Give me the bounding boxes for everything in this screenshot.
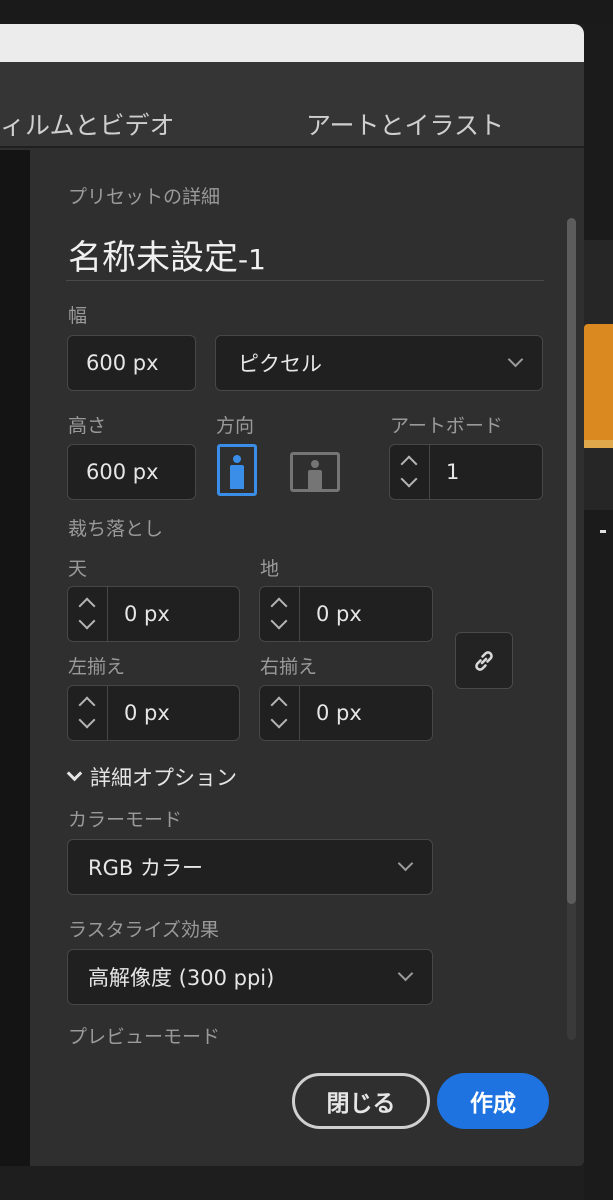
bleed-bottom-stepper-arrows[interactable] <box>260 587 300 641</box>
chevron-down-icon <box>398 970 412 984</box>
bleed-top-stepper-arrows[interactable] <box>68 587 108 641</box>
document-name-text: 名称未設定 <box>68 238 238 278</box>
create-button[interactable]: 作成 <box>437 1073 549 1129</box>
preset-details-label: プリセットの詳細 <box>68 186 221 208</box>
background-top-bar <box>0 0 613 24</box>
chevron-down-icon[interactable] <box>78 711 96 729</box>
scrollbar-thumb[interactable] <box>567 218 576 904</box>
height-value: 600 px <box>86 460 159 484</box>
artboard-stepper[interactable]: 1 <box>389 444 543 500</box>
bleed-right-value[interactable]: 0 px <box>300 686 432 740</box>
bleed-left-stepper-arrows[interactable] <box>68 686 108 740</box>
color-mode-label: カラーモード <box>68 809 183 831</box>
preset-list-edge <box>0 150 30 1166</box>
preview-mode-label: プレビューモード <box>68 1026 221 1048</box>
bleed-right-stepper-arrows[interactable] <box>260 686 300 740</box>
chevron-down-icon[interactable] <box>270 711 288 729</box>
chevron-down-icon <box>508 356 522 370</box>
chevron-down-icon <box>398 860 412 874</box>
raster-effects-dropdown[interactable]: 高解像度 (300 ppi) <box>67 949 433 1005</box>
background-mark <box>600 530 606 533</box>
chevron-down-icon <box>68 771 80 783</box>
width-value: 600 px <box>86 351 159 375</box>
width-label: 幅 <box>68 305 88 327</box>
category-tabbar: ィルムとビデオ アートとイラスト <box>0 62 584 148</box>
portrait-orientation-button[interactable] <box>217 444 257 496</box>
bleed-right-stepper[interactable]: 0 px <box>259 685 433 741</box>
bleed-left-value[interactable]: 0 px <box>108 686 239 740</box>
height-label: 高さ <box>68 415 107 437</box>
bleed-top-value[interactable]: 0 px <box>108 587 239 641</box>
artboard-value[interactable]: 1 <box>430 445 542 499</box>
advanced-options-toggle[interactable]: 詳細オプション <box>68 762 237 792</box>
chevron-down-icon[interactable] <box>270 612 288 630</box>
bleed-bottom-stepper[interactable]: 0 px <box>259 586 433 642</box>
unit-dropdown[interactable]: ピクセル <box>215 335 543 391</box>
link-icon <box>475 650 493 671</box>
raster-effects-label: ラスタライズ効果 <box>68 919 220 941</box>
document-name-input[interactable]: 名称未設定-1 <box>68 230 266 279</box>
artboard-label: アートボード <box>390 415 503 437</box>
landscape-orientation-button[interactable] <box>290 452 340 492</box>
unit-value: ピクセル <box>238 352 322 376</box>
chevron-down-icon[interactable] <box>78 612 96 630</box>
orientation-label: 方向 <box>216 415 255 437</box>
dialog-titlebar <box>0 24 584 62</box>
portrait-icon <box>229 453 245 489</box>
bleed-right-label: 右揃え <box>260 656 318 678</box>
bleed-top-label: 天 <box>68 558 88 580</box>
link-bleed-button[interactable] <box>455 632 513 689</box>
raster-effects-value: 高解像度 (300 ppi) <box>88 966 275 990</box>
chevron-down-icon[interactable] <box>400 470 418 488</box>
close-button[interactable]: 閉じる <box>292 1073 430 1129</box>
bleed-top-stepper[interactable]: 0 px <box>67 586 240 642</box>
bleed-left-stepper[interactable]: 0 px <box>67 685 240 741</box>
bleed-label: 裁ち落とし <box>68 518 164 540</box>
tab-film-and-video[interactable]: ィルムとビデオ <box>0 106 175 142</box>
bleed-bottom-value[interactable]: 0 px <box>300 587 432 641</box>
height-input[interactable]: 600 px <box>67 444 196 500</box>
background-app-area <box>584 24 613 1200</box>
bleed-bottom-label: 地 <box>260 558 280 580</box>
background-thumbnail-edge <box>584 440 613 448</box>
color-mode-value: RGB カラー <box>88 856 203 880</box>
width-input[interactable]: 600 px <box>67 335 196 391</box>
document-name-suffix: -1 <box>238 243 266 276</box>
bleed-left-label: 左揃え <box>68 656 126 678</box>
background-thumbnail <box>584 324 613 448</box>
color-mode-dropdown[interactable]: RGB カラー <box>67 839 433 895</box>
advanced-options-label: 詳細オプション <box>90 766 237 790</box>
document-name-underline <box>66 280 544 281</box>
artboard-stepper-arrows[interactable] <box>390 445 430 499</box>
tab-art-and-illustration[interactable]: アートとイラスト <box>306 106 504 142</box>
